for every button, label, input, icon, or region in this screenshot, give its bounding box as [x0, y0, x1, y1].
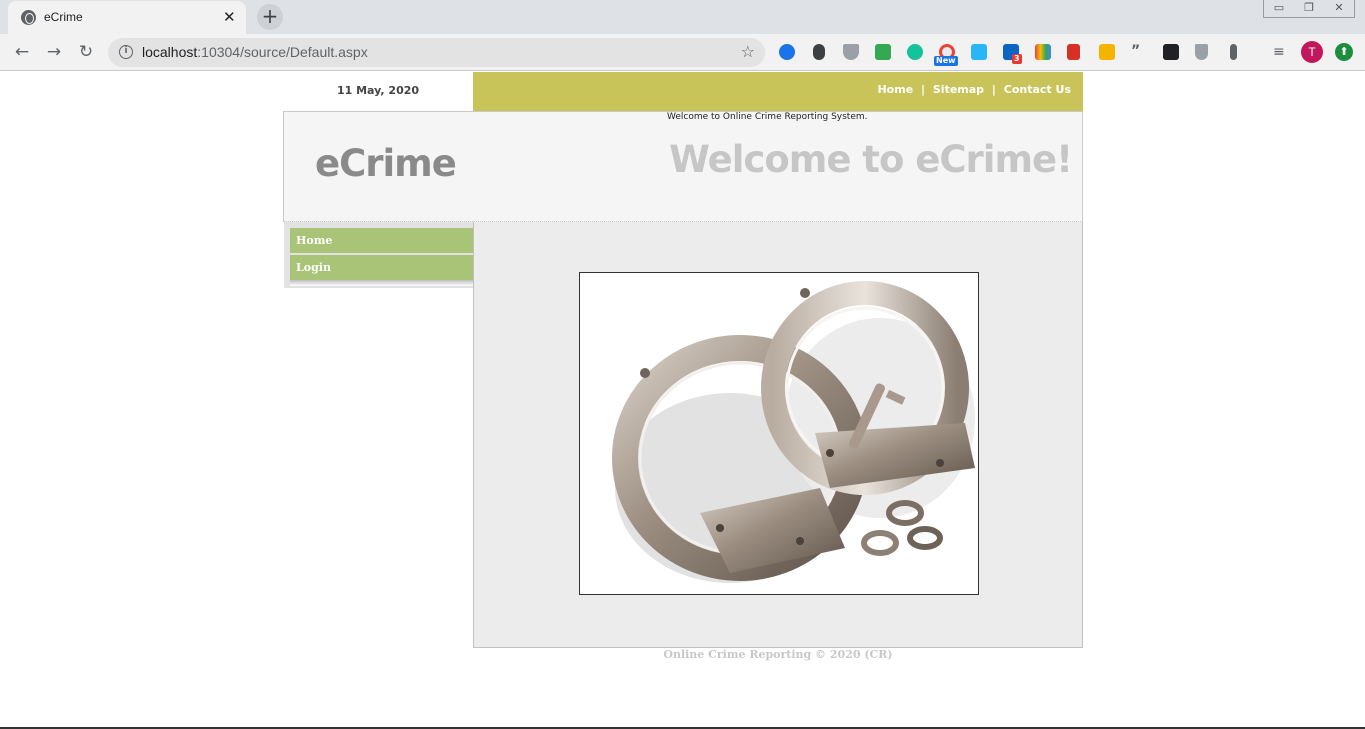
- shield-icon[interactable]: [843, 44, 859, 60]
- profile-avatar[interactable]: T: [1301, 41, 1323, 63]
- gray-shield-icon[interactable]: [1195, 44, 1208, 60]
- linkedin-count-badge: 3: [1012, 54, 1022, 64]
- url-text[interactable]: localhost:10304/source/Default.aspx: [142, 44, 368, 60]
- lock-icon[interactable]: [1163, 44, 1179, 60]
- back-button[interactable]: ←: [11, 41, 33, 63]
- nav-link-contact-us[interactable]: Contact Us: [1004, 83, 1071, 96]
- quote-icon[interactable]: ”: [1131, 44, 1147, 60]
- printer-icon[interactable]: [875, 44, 891, 60]
- web-page: 11 May, 2020 Home | Sitemap | Contact Us…: [0, 72, 1365, 729]
- minimize-button[interactable]: ▭: [1264, 0, 1294, 17]
- globe-icon: [21, 10, 36, 25]
- sidebar-item-home[interactable]: Home: [290, 228, 473, 253]
- key-icon[interactable]: [1230, 44, 1237, 60]
- close-window-button[interactable]: ✕: [1324, 0, 1354, 17]
- palette-icon[interactable]: [1035, 44, 1051, 60]
- rocket-icon[interactable]: [779, 44, 795, 60]
- grammarly-icon[interactable]: [907, 44, 923, 60]
- close-tab-icon[interactable]: ✕: [223, 8, 236, 26]
- menu-shadow: [290, 280, 473, 286]
- mouse-icon[interactable]: [813, 44, 825, 60]
- site-tagline: Welcome to Online Crime Reporting System…: [667, 112, 868, 122]
- address-bar[interactable]: i localhost:10304/source/Default.aspx ☆: [108, 38, 765, 67]
- handcuffs-image: [579, 272, 979, 595]
- window-icon[interactable]: [971, 44, 987, 60]
- site-header: Welcome to Online Crime Reporting System…: [283, 111, 1083, 222]
- nav-separator: |: [991, 83, 996, 96]
- face-icon[interactable]: [1099, 44, 1115, 60]
- window-controls: ▭ ❐ ✕: [1263, 0, 1355, 18]
- nav-link-sitemap[interactable]: Sitemap: [933, 83, 984, 96]
- reading-list-icon[interactable]: ≡: [1273, 44, 1285, 60]
- main-content: [473, 222, 1083, 648]
- new-tab-button[interactable]: +: [257, 4, 283, 30]
- forward-button[interactable]: →: [43, 41, 65, 63]
- welcome-heading: Welcome to eCrime!: [669, 138, 1073, 181]
- sidebar-menu: Home Login: [284, 222, 473, 288]
- site-logo[interactable]: eCrime: [315, 142, 457, 185]
- nav-link-home[interactable]: Home: [877, 83, 913, 96]
- nav-separator: |: [921, 83, 926, 96]
- site-footer: Online Crime Reporting © 2020 (CR): [663, 648, 893, 661]
- top-navigation-bar: Home | Sitemap | Contact Us: [473, 72, 1083, 111]
- browser-titlebar: eCrime ✕ + ▭ ❐ ✕: [0, 0, 1365, 34]
- handcuffs-illustration: [612, 281, 975, 583]
- bookmark-star-icon[interactable]: ☆: [741, 42, 755, 61]
- info-icon[interactable]: i: [119, 45, 133, 59]
- browser-tab[interactable]: eCrime ✕: [8, 1, 246, 34]
- update-icon[interactable]: ⬆: [1335, 43, 1353, 61]
- browser-toolbar: ← → ↻ i localhost:10304/source/Default.a…: [0, 34, 1365, 71]
- book-icon[interactable]: [1067, 44, 1080, 60]
- new-badge: New: [934, 56, 958, 66]
- reload-button[interactable]: ↻: [75, 41, 97, 63]
- restore-button[interactable]: ❐: [1294, 0, 1324, 17]
- tab-title: eCrime: [44, 10, 83, 24]
- sidebar-item-login[interactable]: Login: [290, 255, 473, 280]
- current-date: 11 May, 2020: [283, 72, 473, 111]
